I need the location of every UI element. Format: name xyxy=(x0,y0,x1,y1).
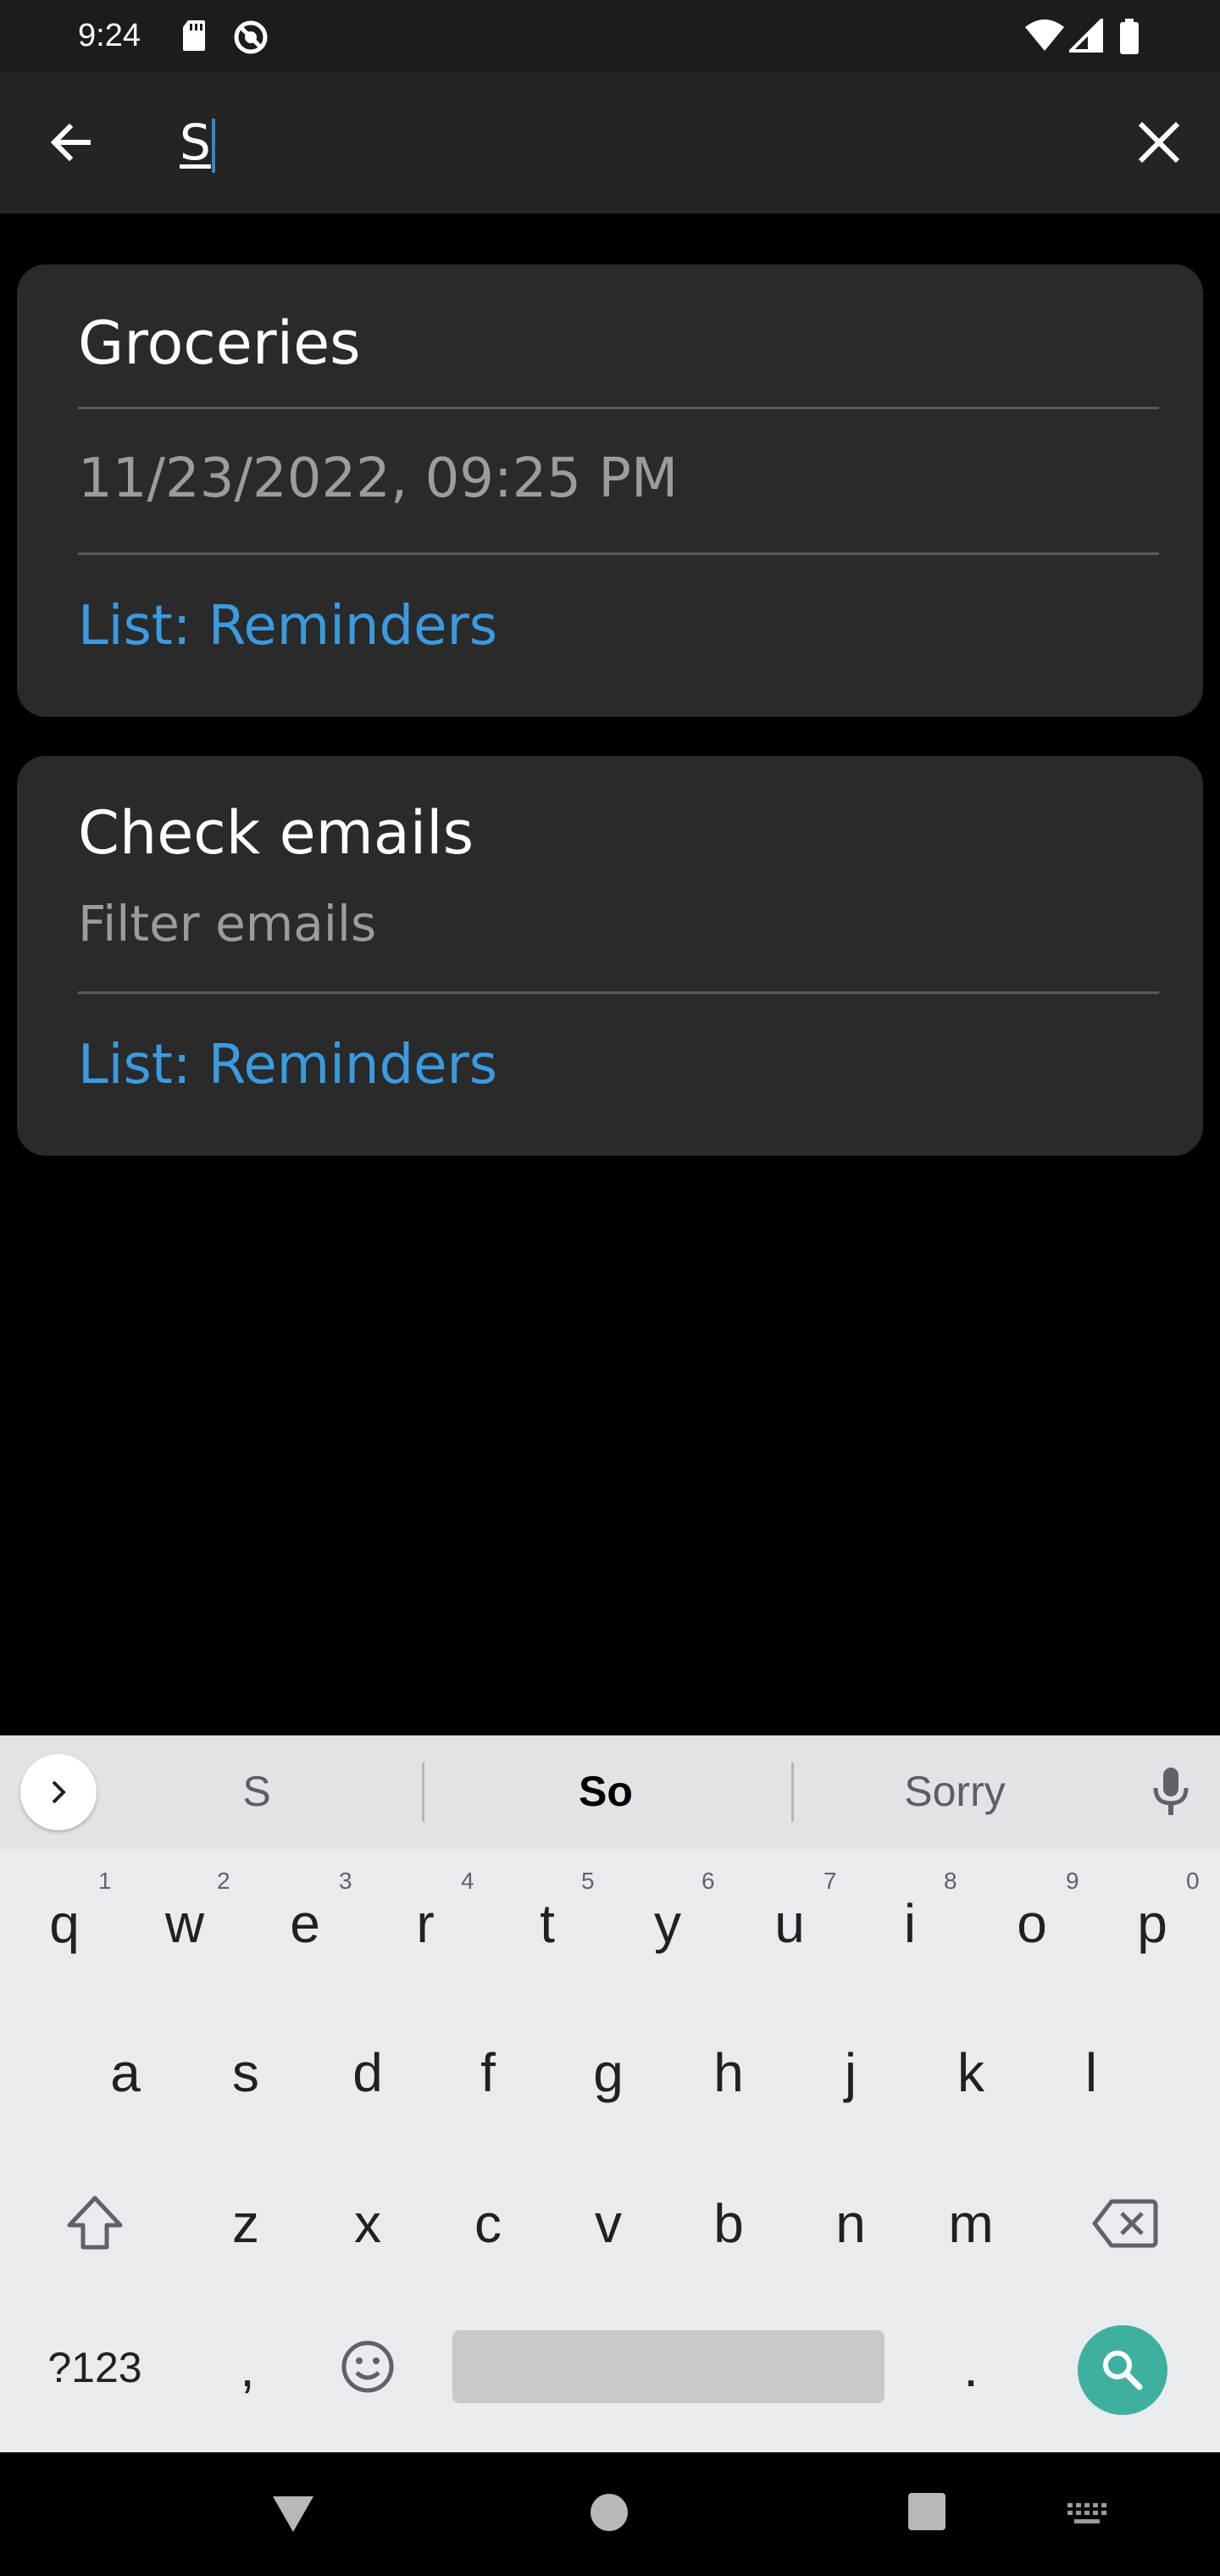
key-f[interactable]: f xyxy=(429,2013,547,2132)
key-a[interactable]: a xyxy=(66,2013,185,2132)
key-x[interactable]: x xyxy=(308,2164,427,2283)
text-caret xyxy=(211,118,215,173)
key-hint: 5 xyxy=(581,1868,595,1894)
key-d[interactable]: d xyxy=(308,2013,427,2132)
key-hint: 6 xyxy=(702,1868,715,1894)
key-hint: 4 xyxy=(461,1868,474,1894)
result-card[interactable]: Groceries 11/23/2022, 09:25 PM List: Rem… xyxy=(17,264,1203,717)
key-m[interactable]: m xyxy=(912,2164,1030,2283)
battery-icon xyxy=(1120,19,1139,54)
key-c[interactable]: c xyxy=(429,2164,547,2283)
status-time: 9:24 xyxy=(78,18,141,53)
key-hint: 7 xyxy=(824,1868,837,1894)
suggestion-strip: S So Sorry xyxy=(0,1735,1220,1849)
chevron-right-icon xyxy=(52,1780,66,1804)
shift-icon xyxy=(67,2196,123,2250)
key-h[interactable]: h xyxy=(669,2013,788,2132)
key-b[interactable]: b xyxy=(669,2164,788,2283)
soft-keyboard: S So Sorry q w e r t y u i o p 1 2 3 4 5… xyxy=(0,1735,1220,2452)
result-list-label: List: Reminders xyxy=(78,1034,498,1096)
key-period[interactable]: . xyxy=(912,2308,1030,2427)
recents-square-icon[interactable] xyxy=(907,2491,947,2532)
divider xyxy=(791,1763,794,1822)
home-circle-icon[interactable] xyxy=(588,2491,630,2534)
backspace-key[interactable] xyxy=(1066,2164,1184,2283)
backspace-icon xyxy=(1092,2199,1158,2248)
expand-toolbar-button[interactable] xyxy=(20,1754,97,1830)
key-hint: 1 xyxy=(98,1868,112,1894)
key-z[interactable]: z xyxy=(186,2164,305,2283)
key-hint: 0 xyxy=(1186,1868,1200,1894)
key-hint: 2 xyxy=(217,1868,230,1894)
key-v[interactable]: v xyxy=(549,2164,668,2283)
search-input[interactable]: S xyxy=(180,110,1095,175)
search-action-key[interactable] xyxy=(1078,2325,1167,2415)
clear-search-button[interactable] xyxy=(1117,100,1201,185)
status-bar: 9:24 xyxy=(0,0,1220,71)
result-list-label: List: Reminders xyxy=(78,595,498,658)
result-card[interactable]: Check emails Filter emails List: Reminde… xyxy=(17,756,1203,1156)
suggestion[interactable]: Sorry xyxy=(834,1759,1076,1824)
result-title: Groceries xyxy=(78,308,361,378)
wifi-icon xyxy=(1025,19,1064,51)
key-j[interactable]: j xyxy=(791,2013,910,2132)
divider xyxy=(78,407,1159,409)
symbols-key[interactable]: ?123 xyxy=(36,2308,154,2427)
result-date: 11/23/2022, 09:25 PM xyxy=(78,447,679,510)
search-input-value: S xyxy=(180,114,211,171)
result-subtitle: Filter emails xyxy=(78,895,377,952)
search-app-bar: S xyxy=(0,71,1220,214)
key-g[interactable]: g xyxy=(549,2013,668,2132)
key-hint: 8 xyxy=(944,1868,957,1894)
key-hint: 9 xyxy=(1066,1868,1079,1894)
key-l[interactable]: l xyxy=(1032,2013,1151,2132)
close-icon xyxy=(1138,121,1180,164)
emoji-icon xyxy=(341,2340,394,2393)
space-key[interactable] xyxy=(452,2330,884,2403)
emoji-key[interactable] xyxy=(308,2308,427,2427)
key-s[interactable]: s xyxy=(186,2013,305,2132)
signal-icon xyxy=(1069,19,1103,53)
microphone-icon[interactable] xyxy=(1145,1764,1196,1820)
back-triangle-icon[interactable] xyxy=(269,2491,317,2535)
divider xyxy=(78,552,1159,555)
sd-card-icon xyxy=(183,20,205,51)
system-nav-bar xyxy=(0,2452,1220,2576)
key-hint: 3 xyxy=(339,1868,352,1894)
back-button[interactable] xyxy=(29,100,114,185)
result-title: Check emails xyxy=(78,798,474,868)
search-icon xyxy=(1103,2351,1143,2390)
arrow-left-icon xyxy=(50,123,91,162)
suggestion[interactable]: S xyxy=(136,1759,378,1824)
divider xyxy=(422,1763,424,1822)
shift-key[interactable] xyxy=(36,2164,154,2283)
key-n[interactable]: n xyxy=(791,2164,910,2283)
key-comma[interactable]: , xyxy=(188,2308,307,2427)
divider xyxy=(78,991,1159,994)
vpn-circle-icon xyxy=(234,20,268,54)
key-k[interactable]: k xyxy=(912,2013,1030,2132)
keyboard-switch-icon[interactable] xyxy=(1066,2501,1108,2525)
suggestion-primary[interactable]: So xyxy=(485,1759,727,1824)
